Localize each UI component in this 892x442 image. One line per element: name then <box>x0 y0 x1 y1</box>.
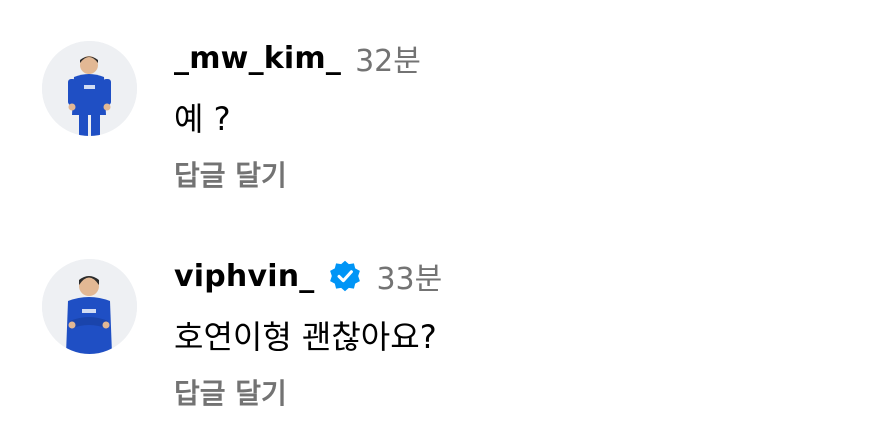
player-avatar-icon <box>42 259 137 354</box>
avatar[interactable] <box>42 259 137 354</box>
timestamp: 32분 <box>355 44 421 79</box>
timestamp: 33분 <box>376 262 443 297</box>
player-avatar-icon <box>42 41 137 136</box>
comment-header: viphvin_ 33분 <box>174 254 442 298</box>
comment-header: _mw_kim_ 32분 <box>174 36 421 80</box>
reply-button[interactable]: 답글 달기 <box>174 154 287 194</box>
comment-text: 예 ? <box>174 100 231 138</box>
verified-badge-icon <box>328 259 362 293</box>
username[interactable]: _mw_kim_ <box>174 41 341 76</box>
avatar[interactable] <box>42 41 137 136</box>
comment-text: 호연이형 괜찮아요? <box>174 318 437 356</box>
reply-button[interactable]: 답글 달기 <box>174 372 287 412</box>
username[interactable]: viphvin_ <box>174 259 314 294</box>
